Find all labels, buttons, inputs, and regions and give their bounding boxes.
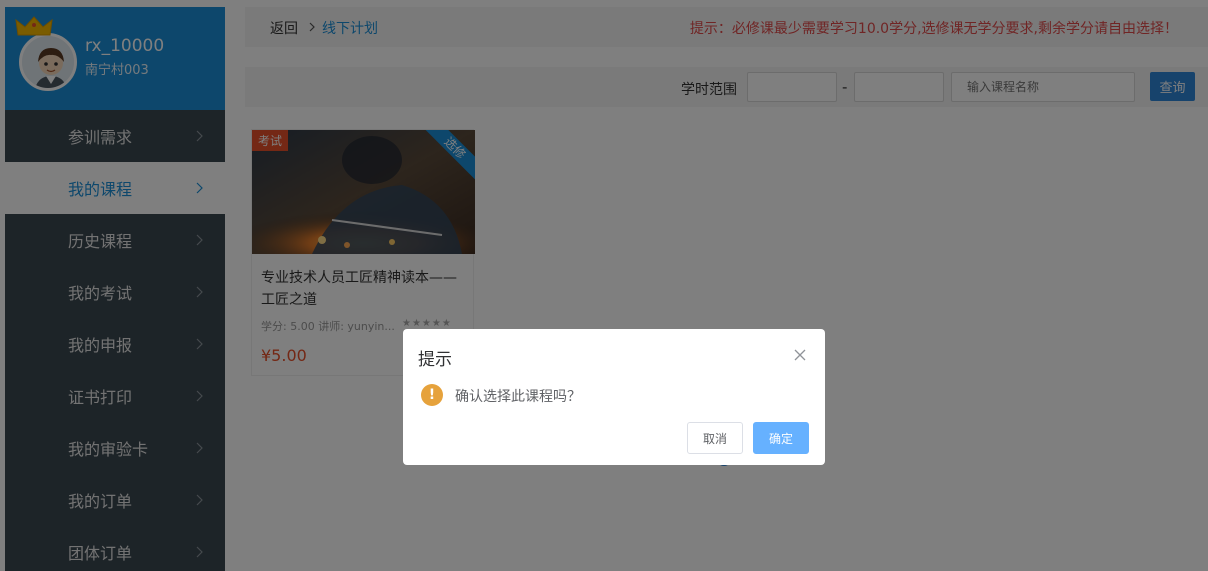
close-icon[interactable] bbox=[792, 347, 808, 363]
modal-overlay[interactable] bbox=[0, 0, 1208, 571]
confirm-dialog: 提示 ! 确认选择此课程吗？ 取消 确定 bbox=[403, 329, 825, 465]
cancel-button[interactable]: 取消 bbox=[687, 422, 743, 454]
confirm-button[interactable]: 确定 bbox=[753, 422, 809, 454]
dialog-title: 提示 bbox=[418, 350, 452, 370]
warning-icon: ! bbox=[421, 384, 443, 406]
dialog-message: 确认选择此课程吗？ bbox=[455, 389, 581, 405]
